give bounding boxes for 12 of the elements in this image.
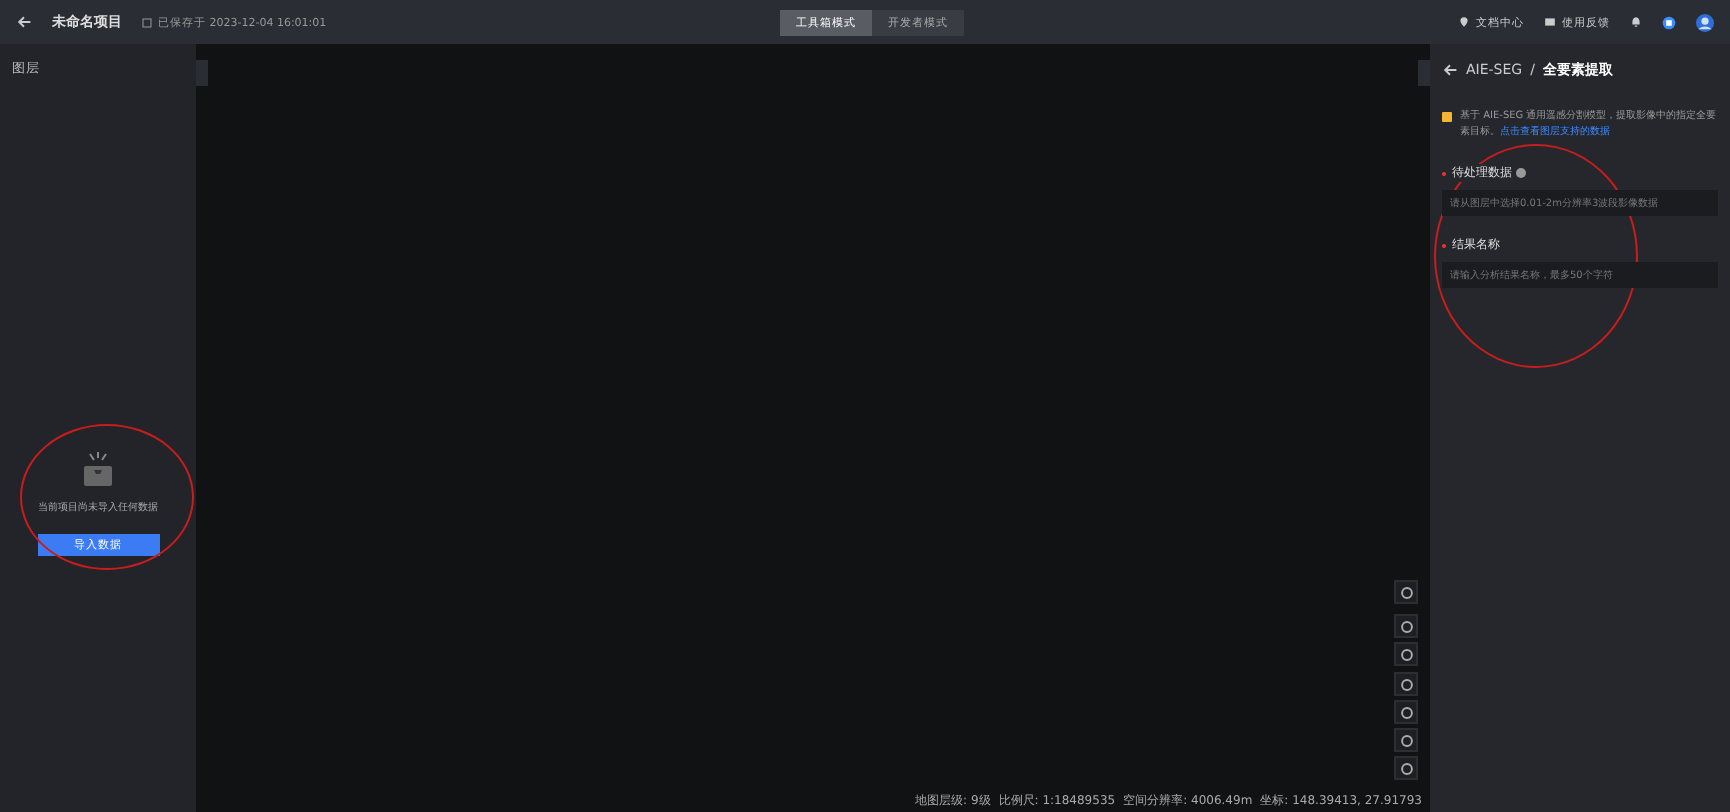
pin-icon: [1457, 16, 1470, 28]
avatar-icon[interactable]: [1695, 13, 1714, 31]
help-icon[interactable]: [1516, 168, 1526, 178]
back-arrow-icon[interactable]: [16, 14, 32, 30]
bell-icon[interactable]: [1629, 16, 1642, 28]
app-icon[interactable]: [1661, 15, 1676, 29]
save-icon: [142, 17, 152, 27]
empty-box-icon: [78, 452, 118, 488]
back-arrow-icon[interactable]: [1442, 62, 1458, 78]
notice-icon: [1442, 112, 1452, 122]
expand-right-handle[interactable]: [1418, 60, 1430, 86]
collapse-left-handle[interactable]: [196, 60, 208, 86]
